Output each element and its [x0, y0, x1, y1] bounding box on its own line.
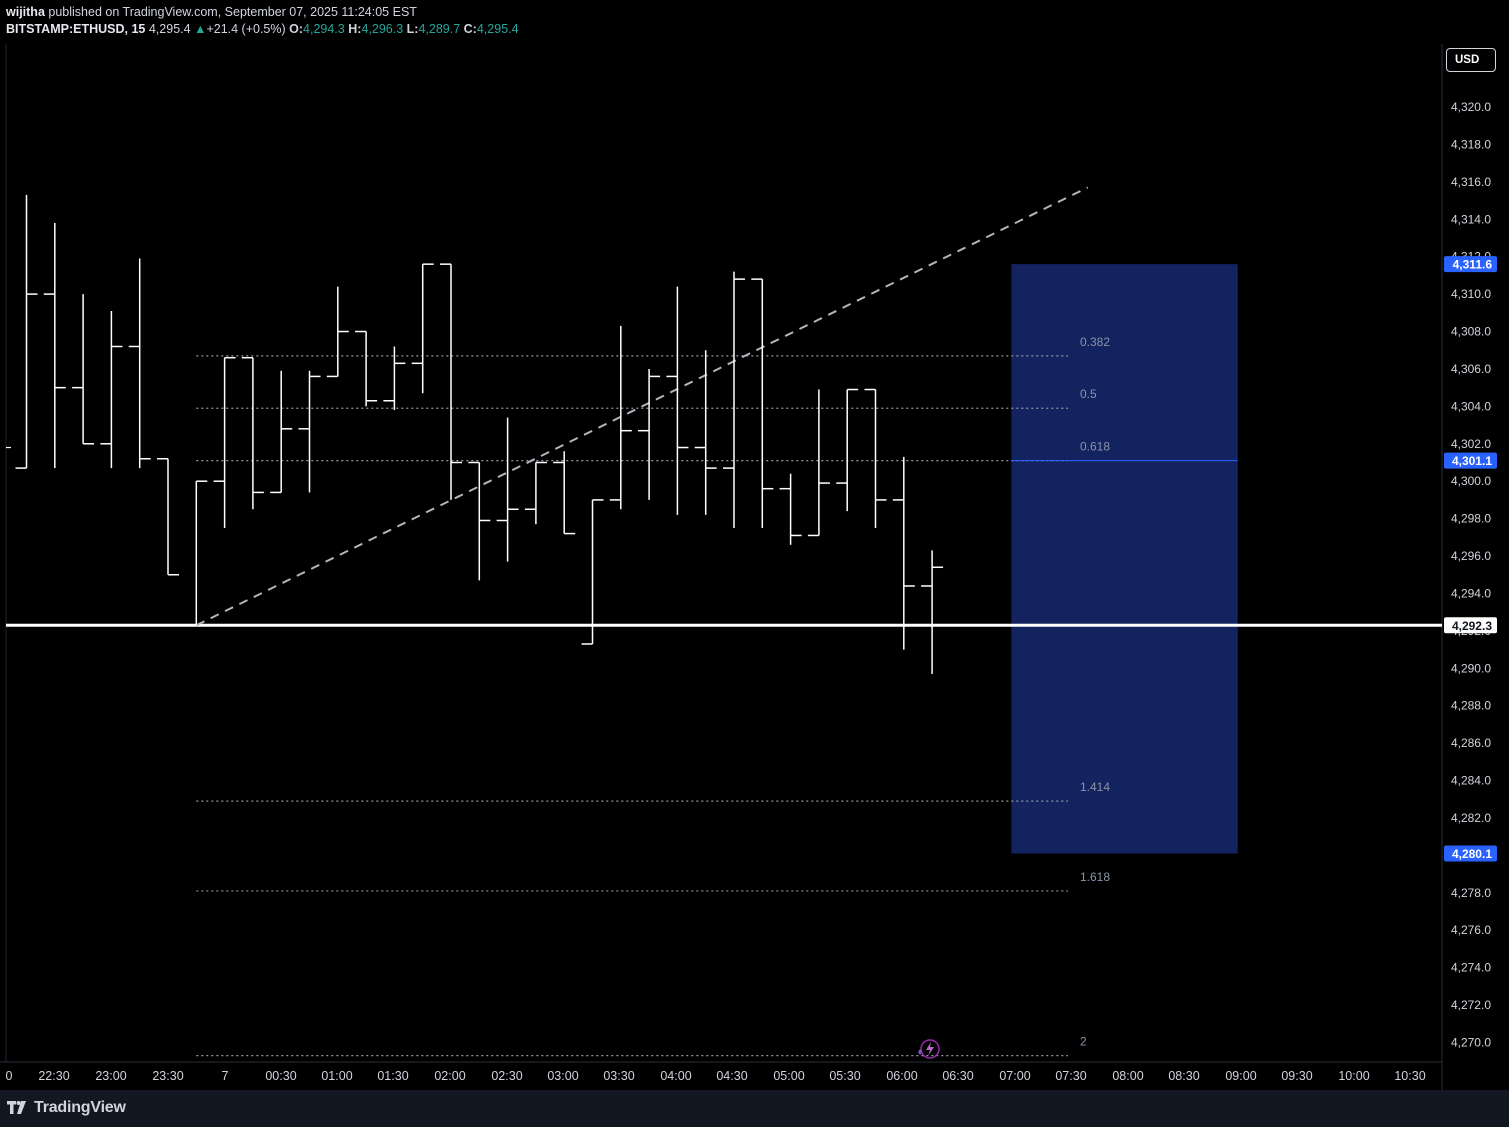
chart-header: wijitha published on TradingView.com, Se… — [0, 0, 1509, 44]
open-label: O: — [289, 22, 304, 36]
time-tick-label: 10:30 — [1394, 1069, 1425, 1083]
time-tick-label: 10:00 — [1338, 1069, 1369, 1083]
time-tick-label: 08:00 — [1112, 1069, 1143, 1083]
price-tick-label: 4,270.0 — [1451, 1036, 1491, 1050]
time-tick-label: 07:30 — [1055, 1069, 1086, 1083]
price-tick-label: 4,274.0 — [1451, 961, 1491, 975]
price-change: +21.4 (+0.5%) — [206, 22, 286, 36]
time-tick-label: 22:30 — [38, 1069, 69, 1083]
time-tick-label: 03:30 — [603, 1069, 634, 1083]
price-tick-label: 4,306.0 — [1451, 362, 1491, 376]
time-tick-label: 23:30 — [152, 1069, 183, 1083]
time-tick-label: 7 — [222, 1069, 229, 1083]
time-tick-label: 04:00 — [660, 1069, 691, 1083]
price-tick-label: 4,320.0 — [1451, 100, 1491, 114]
up-arrow-icon: ▲ — [194, 22, 207, 36]
time-tick-label: 02:30 — [491, 1069, 522, 1083]
time-tick-label: 09:30 — [1281, 1069, 1312, 1083]
price-chart[interactable]: 0.382 0.5 0.618 1.414 1.618 2 4,270.0 4,272.0 4… — [0, 44, 1509, 1090]
time-tick-label: 01:00 — [321, 1069, 352, 1083]
time-tick-label: 01:30 — [377, 1069, 408, 1083]
high-value: 4,296.3 — [361, 22, 404, 36]
price-tick-label: 4,288.0 — [1451, 699, 1491, 713]
price-tick-label: 4,308.0 — [1451, 325, 1491, 339]
price-tick-label: 4,296.0 — [1451, 549, 1491, 563]
fib-level-label: 0.618 — [1080, 440, 1110, 454]
price-badge-label: 4,311.6 — [1453, 258, 1493, 272]
price-tick-label: 4,304.0 — [1451, 399, 1491, 413]
price-tick-label: 4,284.0 — [1451, 774, 1491, 788]
price-tick-label: 4,298.0 — [1451, 512, 1491, 526]
low-value: 4,289.7 — [418, 22, 461, 36]
price-tick-label: 4,310.0 — [1451, 287, 1491, 301]
last-price: 4,295.4 — [148, 22, 191, 36]
price-tick-label: 4,316.0 — [1451, 175, 1491, 189]
price-badge: 4,280.1 — [1444, 845, 1497, 862]
symbol-name[interactable]: BITSTAMP:ETHUSD, 15 — [6, 22, 145, 36]
chart-background — [0, 44, 1509, 1090]
footer-bar: TradingView — [0, 1090, 1509, 1127]
fib-level-label: 1.414 — [1080, 780, 1110, 794]
time-tick-label: 06:30 — [942, 1069, 973, 1083]
fib-level-label: 0.382 — [1080, 335, 1110, 349]
time-tick-label: 08:30 — [1168, 1069, 1199, 1083]
currency-button[interactable]: USD — [1446, 48, 1496, 72]
fib-box-group — [1011, 264, 1238, 854]
time-tick-label: 00:30 — [265, 1069, 296, 1083]
price-tick-label: 4,294.0 — [1451, 586, 1491, 600]
close-label: C: — [463, 22, 477, 36]
time-tick-label: 09:00 — [1225, 1069, 1256, 1083]
tradingview-logo-icon — [7, 1101, 26, 1115]
price-tick-label: 4,272.0 — [1451, 998, 1491, 1012]
open-value: 4,294.3 — [303, 22, 345, 36]
low-label: L: — [406, 22, 419, 36]
price-tick-label: 4,278.0 — [1451, 886, 1491, 900]
price-tick-label: 4,286.0 — [1451, 736, 1491, 750]
brand-name: TradingView — [34, 1099, 126, 1116]
high-label: H: — [348, 22, 362, 36]
time-tick-label: 04:30 — [716, 1069, 747, 1083]
price-tick-label: 4,302.0 — [1451, 437, 1491, 451]
price-tick-label: 4,318.0 — [1451, 137, 1491, 151]
price-badge-label: 4,292.3 — [1452, 619, 1492, 633]
price-badge-label: 4,280.1 — [1452, 847, 1492, 861]
fib-level-label: 0.5 — [1080, 387, 1097, 401]
fib-level-label: 2 — [1080, 1035, 1087, 1049]
fib-box — [1011, 264, 1238, 854]
author-name[interactable]: wijitha — [6, 5, 45, 19]
time-tick-label: 05:00 — [773, 1069, 804, 1083]
time-tick-label: 03:00 — [547, 1069, 578, 1083]
time-tick-label: 06:00 — [886, 1069, 917, 1083]
price-tick-label: 4,276.0 — [1451, 923, 1491, 937]
close-value: 4,295.4 — [476, 22, 519, 36]
time-tick-label: 05:30 — [829, 1069, 860, 1083]
time-tick-label: 23:00 — [95, 1069, 126, 1083]
tradingview-logo[interactable]: TradingView — [7, 1099, 126, 1117]
price-tick-label: 4,282.0 — [1451, 811, 1491, 825]
price-tick-label: 4,314.0 — [1451, 212, 1491, 226]
time-tick-label: 07:00 — [999, 1069, 1030, 1083]
symbol-line: BITSTAMP:ETHUSD, 15 4,295.4 ▲+21.4 (+0.5… — [6, 22, 519, 36]
fib-level-label: 1.618 — [1080, 870, 1110, 884]
published-text: published on TradingView.com, September … — [48, 5, 417, 19]
price-tick-label: 4,300.0 — [1451, 474, 1491, 488]
time-tick-label: 0 — [6, 1069, 13, 1083]
price-badge: 4,292.3 — [1444, 617, 1497, 634]
price-badge: 4,301.1 — [1444, 452, 1497, 469]
publish-line: wijitha published on TradingView.com, Se… — [6, 5, 417, 19]
time-tick-label: 02:00 — [434, 1069, 465, 1083]
price-badge-label: 4,301.1 — [1452, 454, 1492, 468]
price-badge: 4,311.6 — [1444, 256, 1497, 273]
price-tick-label: 4,290.0 — [1451, 661, 1491, 675]
